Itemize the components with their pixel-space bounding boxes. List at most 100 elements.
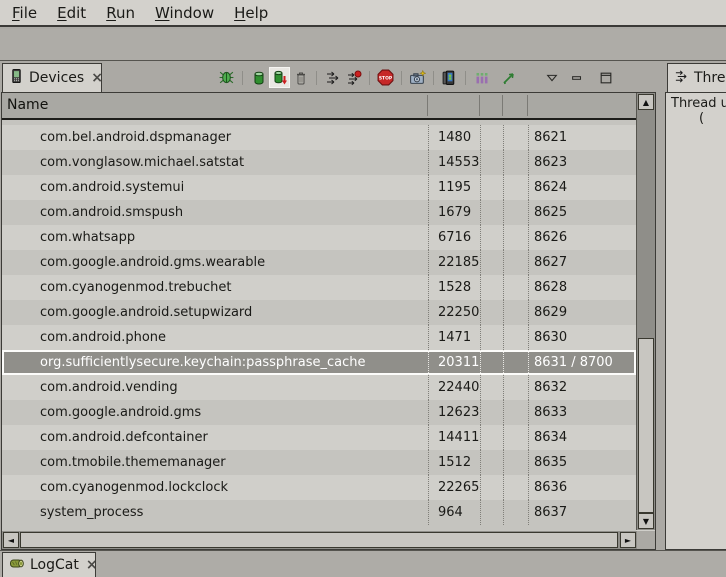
menu-item-run[interactable]: Run bbox=[96, 4, 145, 22]
scroll-down-button[interactable]: ▼ bbox=[638, 513, 654, 529]
vertical-scrollbar-thumb[interactable] bbox=[638, 338, 654, 513]
cell-port: 8628 bbox=[528, 275, 636, 300]
cell-process-name: system_process bbox=[2, 500, 428, 525]
vertical-scrollbar[interactable]: ▲ ▼ bbox=[636, 93, 655, 530]
tab-threads[interactable]: Threads bbox=[667, 63, 726, 92]
cause-gc-icon[interactable] bbox=[290, 67, 311, 88]
cell-empty bbox=[480, 225, 503, 250]
cell-empty bbox=[503, 275, 528, 300]
horizontal-scrollbar[interactable]: ◄ ► bbox=[2, 531, 655, 549]
update-threads-icon[interactable] bbox=[322, 67, 343, 88]
cell-empty bbox=[503, 375, 528, 400]
cell-pid: 1480 bbox=[428, 125, 480, 150]
close-icon[interactable]: × bbox=[86, 558, 96, 572]
screen-capture-icon[interactable] bbox=[407, 67, 428, 88]
cell-empty bbox=[503, 125, 528, 150]
cell-port: 8627 bbox=[528, 250, 636, 275]
table-row[interactable]: com.vonglasow.michael.satstat145538623 bbox=[2, 150, 636, 175]
update-heap-icon[interactable] bbox=[248, 67, 269, 88]
cell-port: 8624 bbox=[528, 175, 636, 200]
table-row[interactable]: org.sufficientlysecure.keychain:passphra… bbox=[2, 350, 636, 375]
table-row[interactable]: com.bel.android.dspmanager14808621 bbox=[2, 125, 636, 150]
table-row[interactable]: com.tmobile.thememanager15128635 bbox=[2, 450, 636, 475]
cell-process-name: com.android.vending bbox=[2, 375, 428, 400]
cell-pid: 6716 bbox=[428, 225, 480, 250]
close-icon[interactable]: × bbox=[91, 71, 102, 85]
cell-process-name: com.bel.android.dspmanager bbox=[2, 125, 428, 150]
cell-empty bbox=[480, 400, 503, 425]
cell-pid: 1512 bbox=[428, 450, 480, 475]
toolbar-separator bbox=[369, 71, 370, 85]
table-row[interactable]: com.google.android.setupwizard222508629 bbox=[2, 300, 636, 325]
table-row[interactable]: system_process9648637 bbox=[2, 500, 636, 525]
table-row[interactable]: com.cyanogenmod.trebuchet15288628 bbox=[2, 275, 636, 300]
table-row[interactable]: com.android.defcontainer144118634 bbox=[2, 425, 636, 450]
cell-empty bbox=[503, 400, 528, 425]
debug-process-icon[interactable] bbox=[216, 67, 237, 88]
scroll-left-button[interactable]: ◄ bbox=[3, 532, 19, 548]
cell-empty bbox=[480, 175, 503, 200]
cell-port: 8635 bbox=[528, 450, 636, 475]
table-row[interactable]: com.android.vending224408632 bbox=[2, 375, 636, 400]
cell-empty bbox=[503, 250, 528, 275]
table-row[interactable]: com.google.android.gms126238633 bbox=[2, 400, 636, 425]
opengl-trace-icon[interactable] bbox=[498, 67, 519, 88]
threads-panel: Thread up ( bbox=[665, 92, 726, 550]
tab-logcat-label: LogCat bbox=[30, 557, 79, 573]
column-divider[interactable] bbox=[427, 95, 428, 116]
cell-pid: 14411 bbox=[428, 425, 480, 450]
cell-empty bbox=[503, 350, 528, 375]
view-menu-icon[interactable] bbox=[541, 67, 562, 88]
systrace-icon[interactable] bbox=[471, 67, 492, 88]
scroll-up-button[interactable]: ▲ bbox=[638, 94, 654, 110]
table-row[interactable]: com.android.systemui11958624 bbox=[2, 175, 636, 200]
cell-empty bbox=[503, 475, 528, 500]
cell-process-name: com.cyanogenmod.lockclock bbox=[2, 475, 428, 500]
minimize-icon[interactable] bbox=[566, 67, 587, 88]
menu-item-help[interactable]: Help bbox=[224, 4, 278, 22]
cell-process-name: com.whatsapp bbox=[2, 225, 428, 250]
column-divider[interactable] bbox=[527, 95, 528, 116]
cell-process-name: com.google.android.gms bbox=[2, 400, 428, 425]
stop-process-icon[interactable]: STOP bbox=[375, 67, 396, 88]
cell-port: 8629 bbox=[528, 300, 636, 325]
menu-item-file[interactable]: File bbox=[2, 4, 47, 22]
devices-toolbar: STOP bbox=[216, 64, 656, 91]
toolbar-separator bbox=[465, 71, 466, 85]
cell-pid: 12623 bbox=[428, 400, 480, 425]
table-row[interactable]: com.android.phone14718630 bbox=[2, 325, 636, 350]
start-method-profiling-icon[interactable] bbox=[343, 67, 364, 88]
scroll-right-button[interactable]: ► bbox=[620, 532, 636, 548]
column-header-name[interactable]: Name bbox=[2, 97, 48, 113]
tab-devices[interactable]: Devices × bbox=[2, 63, 102, 92]
cell-port: 8631 / 8700 bbox=[528, 350, 636, 375]
table-header[interactable]: Name bbox=[2, 93, 636, 120]
toolbar-separator bbox=[401, 71, 402, 85]
menu-item-edit[interactable]: Edit bbox=[47, 4, 96, 22]
table-row[interactable]: com.android.smspush16798625 bbox=[2, 200, 636, 225]
cell-empty bbox=[480, 325, 503, 350]
column-divider[interactable] bbox=[502, 95, 503, 116]
cell-pid: 964 bbox=[428, 500, 480, 525]
main-toolbar-strip bbox=[0, 29, 726, 61]
cell-process-name: com.android.smspush bbox=[2, 200, 428, 225]
cell-port: 8625 bbox=[528, 200, 636, 225]
cell-process-name: com.google.android.gms.wearable bbox=[2, 250, 428, 275]
table-row[interactable]: com.cyanogenmod.lockclock222658636 bbox=[2, 475, 636, 500]
cell-empty bbox=[480, 425, 503, 450]
dump-hprof-icon[interactable] bbox=[269, 67, 290, 88]
cell-empty bbox=[503, 450, 528, 475]
column-divider[interactable] bbox=[479, 95, 480, 116]
maximize-icon[interactable] bbox=[595, 67, 616, 88]
menu-item-window[interactable]: Window bbox=[145, 4, 224, 22]
cell-empty bbox=[480, 300, 503, 325]
table-row[interactable]: com.google.android.gms.wearable22185 8627 bbox=[2, 250, 636, 275]
cell-port: 8632 bbox=[528, 375, 636, 400]
cell-pid: 22185 bbox=[428, 250, 480, 275]
view-hierarchy-icon[interactable] bbox=[439, 67, 460, 88]
horizontal-scrollbar-thumb[interactable] bbox=[20, 532, 618, 548]
cell-empty bbox=[480, 500, 503, 525]
ddms-window: FileEditRunWindowHelp Devices × bbox=[0, 0, 726, 577]
table-row[interactable]: com.whatsapp67168626 bbox=[2, 225, 636, 250]
tab-logcat[interactable]: LogCat × bbox=[2, 552, 96, 577]
